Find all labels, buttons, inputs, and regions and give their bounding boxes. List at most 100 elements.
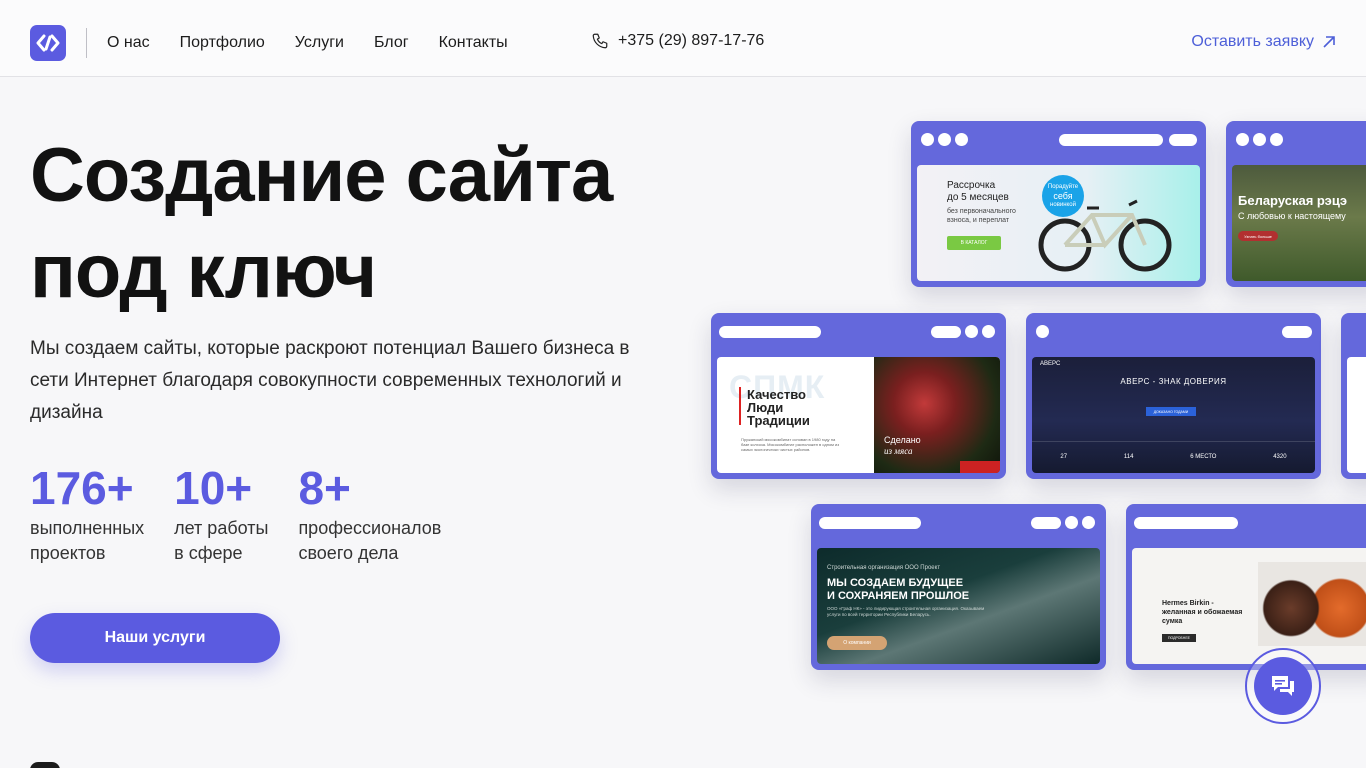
portfolio-card-meat[interactable]: СПМК Качество Люди Традиции Пружанский м… (711, 313, 1006, 479)
hermes-title: сумка (1162, 618, 1183, 625)
stats: 176+ выполненных проектов 10+ лет работы в… (30, 462, 471, 566)
stat-projects: 176+ выполненных проектов (30, 462, 144, 566)
title-line-2: под ключ (30, 229, 377, 314)
avers-stat: 4320 (1273, 453, 1287, 460)
stat-label: лет работы в сфере (174, 516, 268, 566)
arrow-up-right-icon (1323, 36, 1335, 48)
main-nav: О нас Портфолио Услуги Блог Контакты (107, 33, 538, 53)
portfolio-card-belarus[interactable]: Беларуская рэцэ С любовью к настоящему У… (1226, 121, 1366, 287)
stat-value: 10+ (174, 462, 253, 514)
stat-label-line: лет работы (174, 518, 269, 538)
stat-label-line: профессионалов (298, 518, 442, 538)
portfolio-card-hermes[interactable]: Hermes Birkin - желанная и обожаемая сум… (1126, 504, 1366, 670)
stat-label: профессионалов своего дела (298, 516, 441, 566)
belarus-preview: Беларуская рэцэ С любовью к настоящему У… (1232, 165, 1366, 281)
browser-bar (1032, 319, 1315, 345)
window-dots (1236, 133, 1283, 146)
browser-bar (717, 319, 1000, 345)
bike-heading: Рассрочка до 5 месяцев (947, 180, 1009, 204)
construct-title: МЫ СОЗДАЕМ БУДУЩЕЕ (827, 577, 964, 589)
meat-desc: Пружанский мясокомбинат основан в 1980 г… (741, 437, 840, 452)
hermes-title: желанная и обожаемая (1162, 609, 1243, 616)
browser-bar (817, 510, 1100, 536)
site-header: О нас Портфолио Услуги Блог Контакты +37… (0, 0, 1366, 77)
browser-bar (917, 127, 1200, 153)
stat-team: 8+ профессионалов своего дела (298, 462, 441, 566)
avers-stat: 114 (1123, 453, 1134, 460)
services-button[interactable]: Наши услуги (30, 613, 280, 663)
address-pill (819, 517, 921, 529)
meat-preview: СПМК Качество Люди Традиции Пружанский м… (717, 357, 1000, 473)
stat-value: 8+ (298, 462, 351, 514)
belarus-sub: С любовью к настоящему (1238, 211, 1346, 221)
window-dots (1036, 325, 1049, 338)
belarus-button: Узнать больше (1238, 231, 1278, 241)
bicycle-image (1038, 199, 1172, 272)
made-line: из мяса (884, 446, 913, 456)
construct-button: О компании (827, 636, 887, 650)
address-pill (1059, 134, 1163, 146)
avers-stats: 27 114 6 МЕСТО 4320 (1032, 441, 1315, 471)
bike-sub: без первоначального взноса, и переплат (947, 207, 1016, 225)
made-from: Сделано из мяса (884, 435, 921, 457)
phone-link[interactable]: +375 (29) 897-17-76 (591, 32, 764, 50)
avers-title: АВЕРС - ЗНАК ДОВЕРИЯ (1120, 377, 1227, 386)
portfolio-card-bike[interactable]: Рассрочка до 5 месяцев без первоначально… (911, 121, 1206, 287)
hermes-title: Hermes Birkin - (1162, 600, 1214, 607)
made-line: Сделано (884, 435, 921, 445)
hero-description: Мы создаем сайты, которые раскроют потен… (30, 338, 630, 423)
stat-value: 176+ (30, 462, 134, 514)
hermes-button: ПОДРОБНЕЕ (1162, 634, 1196, 642)
bike-sub-line: без первоначального (947, 208, 1016, 215)
window-dots (1065, 516, 1095, 529)
portfolio-card-avers[interactable]: АВЕРС АВЕРС - ЗНАК ДОВЕРИЯ ДОКАЗАНО ГОДА… (1026, 313, 1321, 479)
address-pill (1134, 517, 1238, 529)
nav-blog[interactable]: Блог (374, 33, 409, 53)
belarus-title: Беларуская рэцэ (1238, 193, 1348, 208)
avers-stat: 27 (1060, 453, 1068, 460)
stat-label: выполненных проектов (30, 516, 144, 566)
badge-line: Порадуйте (1047, 184, 1079, 190)
hermes-preview: Hermes Birkin - желанная и обожаемая сум… (1132, 548, 1366, 664)
request-label: Оставить заявку (1191, 33, 1314, 50)
window-dots (965, 325, 995, 338)
chat-widget[interactable] (1245, 648, 1321, 724)
meat-nav-bar (960, 461, 1000, 473)
bike-title: до 5 месяцев (947, 192, 1009, 203)
stat-label-line: своего дела (298, 543, 399, 563)
avers-preview: АВЕРС АВЕРС - ЗНАК ДОВЕРИЯ ДОКАЗАНО ГОДА… (1032, 357, 1315, 473)
meat-photo: Сделано из мяса (874, 357, 1000, 473)
logo-divider (86, 28, 87, 58)
accent-line (739, 387, 741, 425)
address-pill (1282, 326, 1312, 338)
address-pill (1031, 517, 1061, 529)
avers-button: ДОКАЗАНО ГОДАМИ (1146, 407, 1196, 416)
handbags-photo (1258, 562, 1366, 646)
bike-sub-line: взноса, и переплат (947, 217, 1010, 224)
construct-heading: МЫ СОЗДАЕМ БУДУЩЕЕ И СОХРАНЯЕМ ПРОШЛОЕ (827, 577, 969, 603)
logo-icon (36, 34, 60, 52)
partial-preview (1347, 357, 1366, 473)
nav-about[interactable]: О нас (107, 33, 150, 53)
request-link[interactable]: Оставить заявку (1191, 33, 1336, 51)
construct-title: И СОХРАНЯЕМ ПРОШЛОЕ (827, 590, 970, 602)
portfolio-card-partial[interactable] (1341, 313, 1366, 479)
nav-portfolio[interactable]: Портфолио (180, 33, 265, 53)
avers-stat: 6 МЕСТО (1190, 453, 1217, 460)
title-line-1: Создание сайта (30, 133, 613, 218)
stat-label-line: выполненных (30, 518, 145, 538)
page-title: Создание сайта под ключ (30, 128, 613, 320)
construct-kicker: Строительная организация ООО Проект (827, 565, 941, 571)
stat-label-line: проектов (30, 543, 106, 563)
portfolio-card-construction[interactable]: Строительная организация ООО Проект МЫ С… (811, 504, 1106, 670)
meat-title: Традиции (747, 413, 810, 428)
peek-glyph (30, 762, 60, 768)
stat-label-line: в сфере (174, 543, 243, 563)
logo[interactable] (30, 25, 66, 61)
bike-title: Рассрочка (947, 180, 996, 191)
chat-button[interactable] (1254, 657, 1312, 715)
nav-contacts[interactable]: Контакты (439, 33, 508, 53)
address-pill (931, 326, 961, 338)
nav-services[interactable]: Услуги (295, 33, 344, 53)
bike-preview: Рассрочка до 5 месяцев без первоначально… (917, 165, 1200, 281)
